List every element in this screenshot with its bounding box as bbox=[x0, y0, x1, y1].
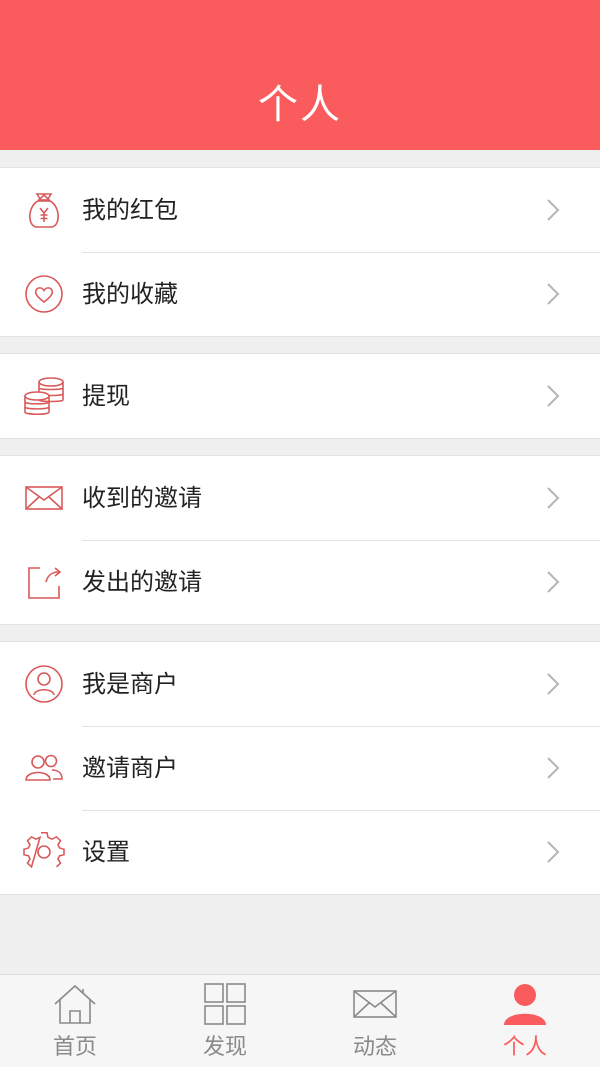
share-icon bbox=[22, 562, 66, 602]
header-bar: 个人 bbox=[0, 0, 600, 150]
chevron-right-icon bbox=[546, 384, 560, 408]
menu-item-label: 我的收藏 bbox=[82, 280, 178, 308]
menu-group-invitations: 收到的邀请 发出的邀请 bbox=[0, 455, 600, 625]
users-icon bbox=[22, 748, 66, 788]
chevron-right-icon bbox=[546, 672, 560, 696]
menu-group-withdraw: 提现 bbox=[0, 353, 600, 439]
tab-label: 发现 bbox=[202, 1035, 247, 1060]
tab-label: 个人 bbox=[502, 1035, 547, 1060]
heart-icon bbox=[22, 274, 66, 314]
menu-item-label: 我的红包 bbox=[82, 196, 178, 224]
menu-item-label: 设置 bbox=[82, 838, 130, 866]
tab-label: 动态 bbox=[352, 1035, 397, 1060]
tab-activity[interactable]: 动态 bbox=[300, 975, 450, 1067]
gear-icon bbox=[22, 832, 66, 872]
money-bag-icon bbox=[22, 190, 66, 230]
menu-item-my-favorites[interactable]: 我的收藏 bbox=[0, 252, 600, 336]
menu-item-label: 邀请商户 bbox=[82, 754, 178, 782]
tab-discover[interactable]: 发现 bbox=[150, 975, 300, 1067]
menu-group-wallet: 我的红包 我的收藏 bbox=[0, 167, 600, 337]
menu-item-sent-invitations[interactable]: 发出的邀请 bbox=[0, 540, 600, 624]
tab-home[interactable]: 首页 bbox=[0, 975, 150, 1067]
chevron-right-icon bbox=[546, 756, 560, 780]
chevron-right-icon bbox=[546, 486, 560, 510]
tab-profile[interactable]: 个人 bbox=[450, 975, 600, 1067]
menu-item-invite-merchant[interactable]: 邀请商户 bbox=[0, 726, 600, 810]
menu-item-i-am-merchant[interactable]: 我是商户 bbox=[0, 642, 600, 726]
coins-icon bbox=[22, 376, 66, 416]
envelope-icon bbox=[22, 478, 66, 518]
chevron-right-icon bbox=[546, 840, 560, 864]
envelope-icon bbox=[352, 983, 398, 1025]
menu-item-label: 发出的邀请 bbox=[82, 568, 202, 596]
menu-item-withdraw[interactable]: 提现 bbox=[0, 354, 600, 438]
grid-icon bbox=[202, 983, 248, 1025]
menu-item-received-invitations[interactable]: 收到的邀请 bbox=[0, 456, 600, 540]
person-icon bbox=[502, 983, 548, 1025]
menu-item-label: 我是商户 bbox=[82, 670, 178, 698]
chevron-right-icon bbox=[546, 198, 560, 222]
menu-item-label: 提现 bbox=[82, 382, 130, 410]
menu-group-merchant: 我是商户 邀请商户 设置 bbox=[0, 641, 600, 895]
tab-label: 首页 bbox=[52, 1035, 97, 1060]
chevron-right-icon bbox=[546, 282, 560, 306]
menu-item-label: 收到的邀请 bbox=[82, 484, 202, 512]
home-icon bbox=[52, 983, 98, 1025]
chevron-right-icon bbox=[546, 570, 560, 594]
user-circle-icon bbox=[22, 664, 66, 704]
menu-item-my-red-packets[interactable]: 我的红包 bbox=[0, 168, 600, 252]
menu-item-settings[interactable]: 设置 bbox=[0, 810, 600, 894]
page-title: 个人 bbox=[258, 82, 342, 128]
bottom-tab-bar: 首页 发现 动态 个人 bbox=[0, 974, 600, 1067]
